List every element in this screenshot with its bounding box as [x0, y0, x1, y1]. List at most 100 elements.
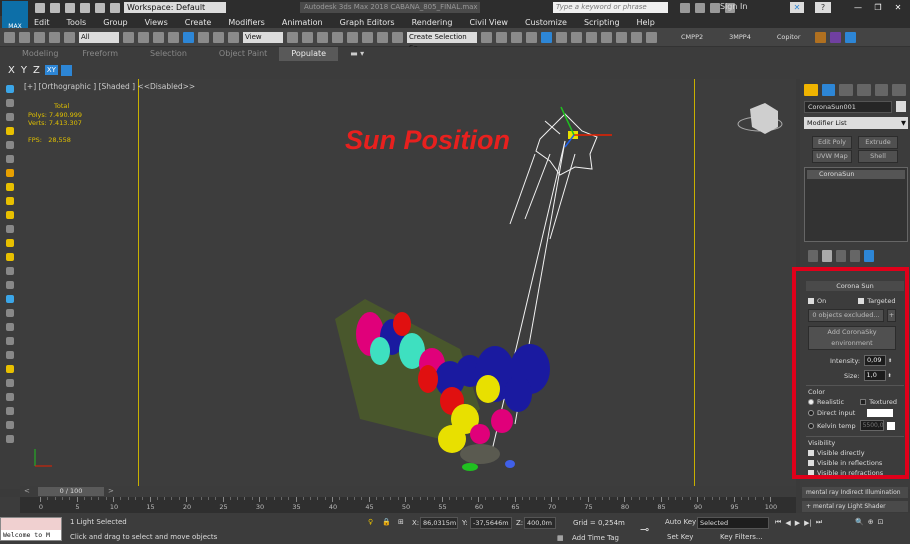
ps-icon[interactable] [844, 31, 856, 43]
create-tab-icon[interactable] [804, 84, 818, 96]
toggle-ribbon-icon[interactable] [526, 31, 537, 43]
close-x-icon[interactable]: ✕ [790, 2, 804, 13]
tab-selection[interactable]: Selection [130, 47, 199, 61]
keyboard-shortcut-icon[interactable] [317, 31, 328, 43]
auto-key-button[interactable]: Auto Key [665, 518, 696, 526]
select-move-icon[interactable] [183, 31, 194, 43]
select-object-icon[interactable] [123, 31, 134, 43]
viewport-orthographic[interactable]: [+] [Orthographic ] [Shaded ] <<Disabled… [20, 79, 796, 489]
isolate-icon[interactable]: ♀ [368, 518, 373, 526]
object-name-field[interactable]: CoronaSun001 [804, 101, 892, 113]
menu-help[interactable]: Help [637, 18, 655, 27]
key-filters-button[interactable]: Key Filters... [720, 533, 763, 541]
undo-icon[interactable] [80, 3, 90, 13]
modifier-list-dropdown[interactable]: Modifier List ▼ [804, 117, 908, 129]
star-icon[interactable] [710, 3, 720, 13]
link-icon[interactable] [34, 31, 45, 43]
tab-modeling[interactable]: Modeling [10, 47, 70, 61]
time-slider-thumb[interactable]: 0 / 100 [38, 487, 104, 496]
menu-views[interactable]: Views [145, 18, 168, 27]
menu-rendering[interactable]: Rendering [412, 18, 453, 27]
key-icon[interactable]: ⊸ [640, 523, 649, 536]
remove-modifier-icon[interactable] [850, 250, 860, 262]
tool-icon-22[interactable] [6, 379, 14, 387]
axis-z-button[interactable]: Z [33, 65, 40, 76]
tool-icon-12[interactable] [6, 239, 14, 247]
menu-civil-view[interactable]: Civil View [469, 18, 508, 27]
tab-freeform[interactable]: Freeform [70, 47, 130, 61]
new-file-icon[interactable] [35, 3, 45, 13]
utilities-tab-icon[interactable] [892, 84, 907, 96]
place-icon[interactable] [228, 31, 239, 43]
menu-scripting[interactable]: Scripting [584, 18, 620, 27]
tool-icon-24[interactable] [6, 407, 14, 415]
window-crossing-icon[interactable] [168, 31, 179, 43]
axis-x-button[interactable]: X [8, 65, 15, 76]
tool-icon-18[interactable] [6, 323, 14, 331]
tool-icon-25[interactable] [6, 421, 14, 429]
menu-customize[interactable]: Customize [525, 18, 567, 27]
slider-prev-icon[interactable]: < [24, 487, 32, 495]
save-icon[interactable] [65, 3, 75, 13]
layer-explorer-icon[interactable] [511, 31, 522, 43]
edit-named-selection-icon[interactable] [392, 31, 403, 43]
menu-group[interactable]: Group [103, 18, 127, 27]
tool-icon-11[interactable] [6, 225, 14, 233]
go-end-icon[interactable]: ⏭ [816, 518, 822, 527]
tool-icon-15[interactable] [6, 281, 14, 289]
tool-icon-21[interactable] [6, 365, 14, 373]
pivot-center-icon[interactable] [287, 31, 298, 43]
toolbar-extra-3[interactable]: Copitor [777, 33, 801, 41]
render-setup-icon[interactable] [586, 31, 597, 43]
zoom-all-icon[interactable]: ⊕ [868, 518, 874, 526]
extrude-button[interactable]: Extrude [858, 136, 898, 149]
tool-icon-6[interactable] [6, 155, 14, 163]
motion-tab-icon[interactable] [857, 84, 871, 96]
spinner-snap-icon[interactable] [377, 31, 388, 43]
close-window-icon[interactable]: ✕ [888, 3, 908, 12]
set-key-button[interactable]: Set Key [667, 533, 693, 541]
toolbar-extra-2[interactable]: 3MPP4 [729, 33, 751, 41]
tool-icon-23[interactable] [6, 393, 14, 401]
tool-icon-9[interactable] [6, 197, 14, 205]
add-time-tag[interactable]: Add Time Tag [572, 534, 619, 542]
time-slider[interactable]: < 0 / 100 > [20, 486, 796, 497]
snap-toggle-icon[interactable] [332, 31, 343, 43]
tool-icon-20[interactable] [6, 351, 14, 359]
maxscript-listener[interactable]: Welcome to M [0, 517, 62, 541]
menu-graph-editors[interactable]: Graph Editors [340, 18, 395, 27]
tool-icon-2[interactable] [6, 99, 14, 107]
stack-item[interactable]: CoronaSun [807, 170, 905, 179]
align-icon[interactable] [496, 31, 507, 43]
pin-stack-icon[interactable] [808, 250, 818, 262]
sign-in-link[interactable]: Sign In [720, 2, 747, 11]
tool-icon-4[interactable] [6, 127, 14, 135]
absolute-mode-icon[interactable]: ⊞ [398, 518, 404, 526]
ribbon-options-icon[interactable]: ▬ ▾ [338, 47, 376, 61]
redo-icon[interactable] [19, 31, 30, 43]
unlink-icon[interactable] [49, 31, 60, 43]
tool-icon-10[interactable] [6, 211, 14, 219]
object-color-swatch[interactable] [896, 101, 906, 112]
binoculars-icon[interactable] [680, 3, 690, 13]
menu-create[interactable]: Create [185, 18, 212, 27]
modifier-stack[interactable]: CoronaSun [804, 167, 908, 242]
mirror-icon[interactable] [481, 31, 492, 43]
manipulate-icon[interactable] [302, 31, 313, 43]
rollout-mental-ray-gi[interactable]: mental ray Indirect Illumination [802, 487, 908, 498]
select-scale-icon[interactable] [213, 31, 224, 43]
selection-region-icon[interactable] [153, 31, 164, 43]
display-tab-icon[interactable] [874, 84, 889, 96]
play-icon[interactable]: ▶ [795, 519, 800, 527]
menu-modifiers[interactable]: Modifiers [228, 18, 265, 27]
a360-render-icon[interactable] [646, 31, 657, 43]
redo-icon[interactable] [95, 3, 105, 13]
show-end-result-icon[interactable] [822, 250, 832, 262]
reference-coordinate-dropdown[interactable]: View [243, 31, 283, 43]
tool-icon-19[interactable] [6, 337, 14, 345]
prev-frame-icon[interactable]: ◀ [785, 519, 790, 527]
slider-next-icon[interactable]: > [108, 487, 116, 495]
axis-plane-icon[interactable] [60, 64, 72, 76]
rollout-mental-ray-shader[interactable]: + mental ray Light Shader [802, 501, 908, 512]
key-mode-dropdown[interactable]: Selected [697, 517, 769, 529]
